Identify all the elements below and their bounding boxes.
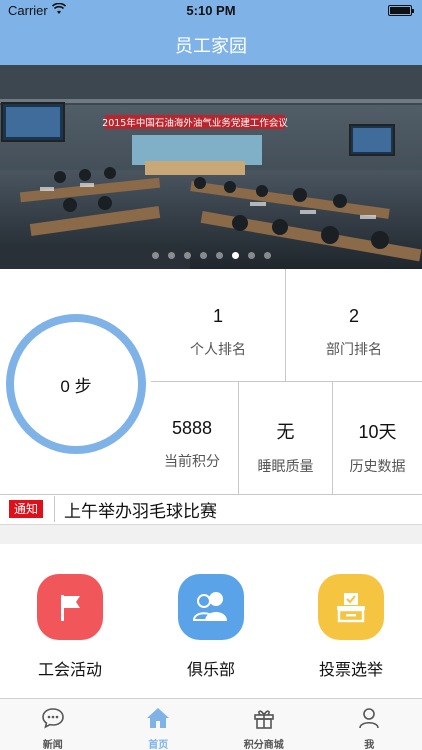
stats-panel: 0 步 1 个人排名 2 部门排名 5888 当前积分 无 睡眠质量 10天 历… xyxy=(0,269,422,494)
chat-bubble-icon xyxy=(41,708,64,729)
tab-points-mall[interactable]: 积分商城 xyxy=(211,699,317,750)
carousel-dot[interactable] xyxy=(263,252,271,259)
carousel-dot[interactable] xyxy=(183,252,191,259)
carousel-dot[interactable] xyxy=(247,252,255,259)
divider xyxy=(54,496,55,522)
dept-rank-value: 2 xyxy=(348,306,359,326)
notice-badge: 通知 xyxy=(9,500,43,518)
history-value: 10天 xyxy=(358,422,397,442)
carousel-pager[interactable] xyxy=(0,252,422,259)
personal-rank-cell[interactable]: 1 个人排名 xyxy=(151,306,285,359)
tab-label: 新闻 xyxy=(42,740,63,750)
battery-icon xyxy=(388,5,414,16)
ballot-box-icon xyxy=(318,574,384,640)
carousel-dot[interactable] xyxy=(167,252,175,259)
feature-grid: 工会活动 俱乐部 投票选举 xyxy=(0,544,422,698)
personal-rank-value: 1 xyxy=(212,306,223,326)
tab-me[interactable]: 我 xyxy=(317,699,422,750)
history-label: 历史数据 xyxy=(349,458,406,474)
points-cell[interactable]: 5888 当前积分 xyxy=(146,418,238,471)
personal-rank-label: 个人排名 xyxy=(190,341,246,357)
page-title: 员工家园 xyxy=(175,36,247,56)
sleep-label: 睡眠质量 xyxy=(257,458,314,474)
tab-label: 我 xyxy=(364,740,375,750)
status-bar: Carrier 5:10 PM xyxy=(0,0,422,22)
feature-label: 俱乐部 xyxy=(186,662,235,679)
home-icon xyxy=(147,708,170,728)
clock: 5:10 PM xyxy=(186,3,236,18)
banner-slogan: 2015年中国石油海外油气业务党建工作会议 xyxy=(102,117,288,129)
carousel-dot[interactable] xyxy=(151,252,159,259)
voting-button[interactable]: 投票选举 xyxy=(291,574,411,680)
tab-bar: 新闻 首页 积分商城 我 xyxy=(0,698,422,750)
dept-rank-label: 部门排名 xyxy=(326,341,382,357)
points-value: 5888 xyxy=(171,418,213,438)
step-count: 0 步 xyxy=(60,376,92,396)
step-counter-ring[interactable]: 0 步 xyxy=(6,314,146,454)
history-cell[interactable]: 10天 历史数据 xyxy=(333,418,422,476)
sleep-cell[interactable]: 无 睡眠质量 xyxy=(239,418,332,476)
notice-bar[interactable]: 通知 上午举办羽毛球比赛 xyxy=(0,494,422,524)
carousel-dot[interactable] xyxy=(231,252,239,259)
sleep-value: 无 xyxy=(276,422,295,442)
dept-rank-cell[interactable]: 2 部门排名 xyxy=(286,306,422,359)
union-activities-button[interactable]: 工会活动 xyxy=(10,574,130,680)
banner-carousel[interactable]: 2015年中国石油海外油气业务党建工作会议 xyxy=(0,65,422,269)
divider xyxy=(151,381,422,382)
flag-icon xyxy=(37,574,103,640)
tab-label: 积分商城 xyxy=(243,740,284,750)
notice-text: 上午举办羽毛球比赛 xyxy=(64,502,217,521)
carousel-dot[interactable] xyxy=(215,252,223,259)
carousel-dot[interactable] xyxy=(199,252,207,259)
tab-label: 首页 xyxy=(148,740,169,750)
gift-icon xyxy=(253,710,274,729)
nav-bar: 员工家园 xyxy=(0,22,422,65)
club-button[interactable]: 俱乐部 xyxy=(151,574,271,680)
tab-news[interactable]: 新闻 xyxy=(0,699,106,750)
feature-label: 投票选举 xyxy=(318,662,383,679)
person-icon xyxy=(359,708,380,729)
feature-label: 工会活动 xyxy=(37,662,102,679)
points-label: 当前积分 xyxy=(164,453,220,469)
section-gap xyxy=(0,525,422,544)
people-icon xyxy=(178,574,244,640)
tab-home[interactable]: 首页 xyxy=(106,699,212,750)
banner-image: 2015年中国石油海外油气业务党建工作会议 xyxy=(0,65,422,269)
